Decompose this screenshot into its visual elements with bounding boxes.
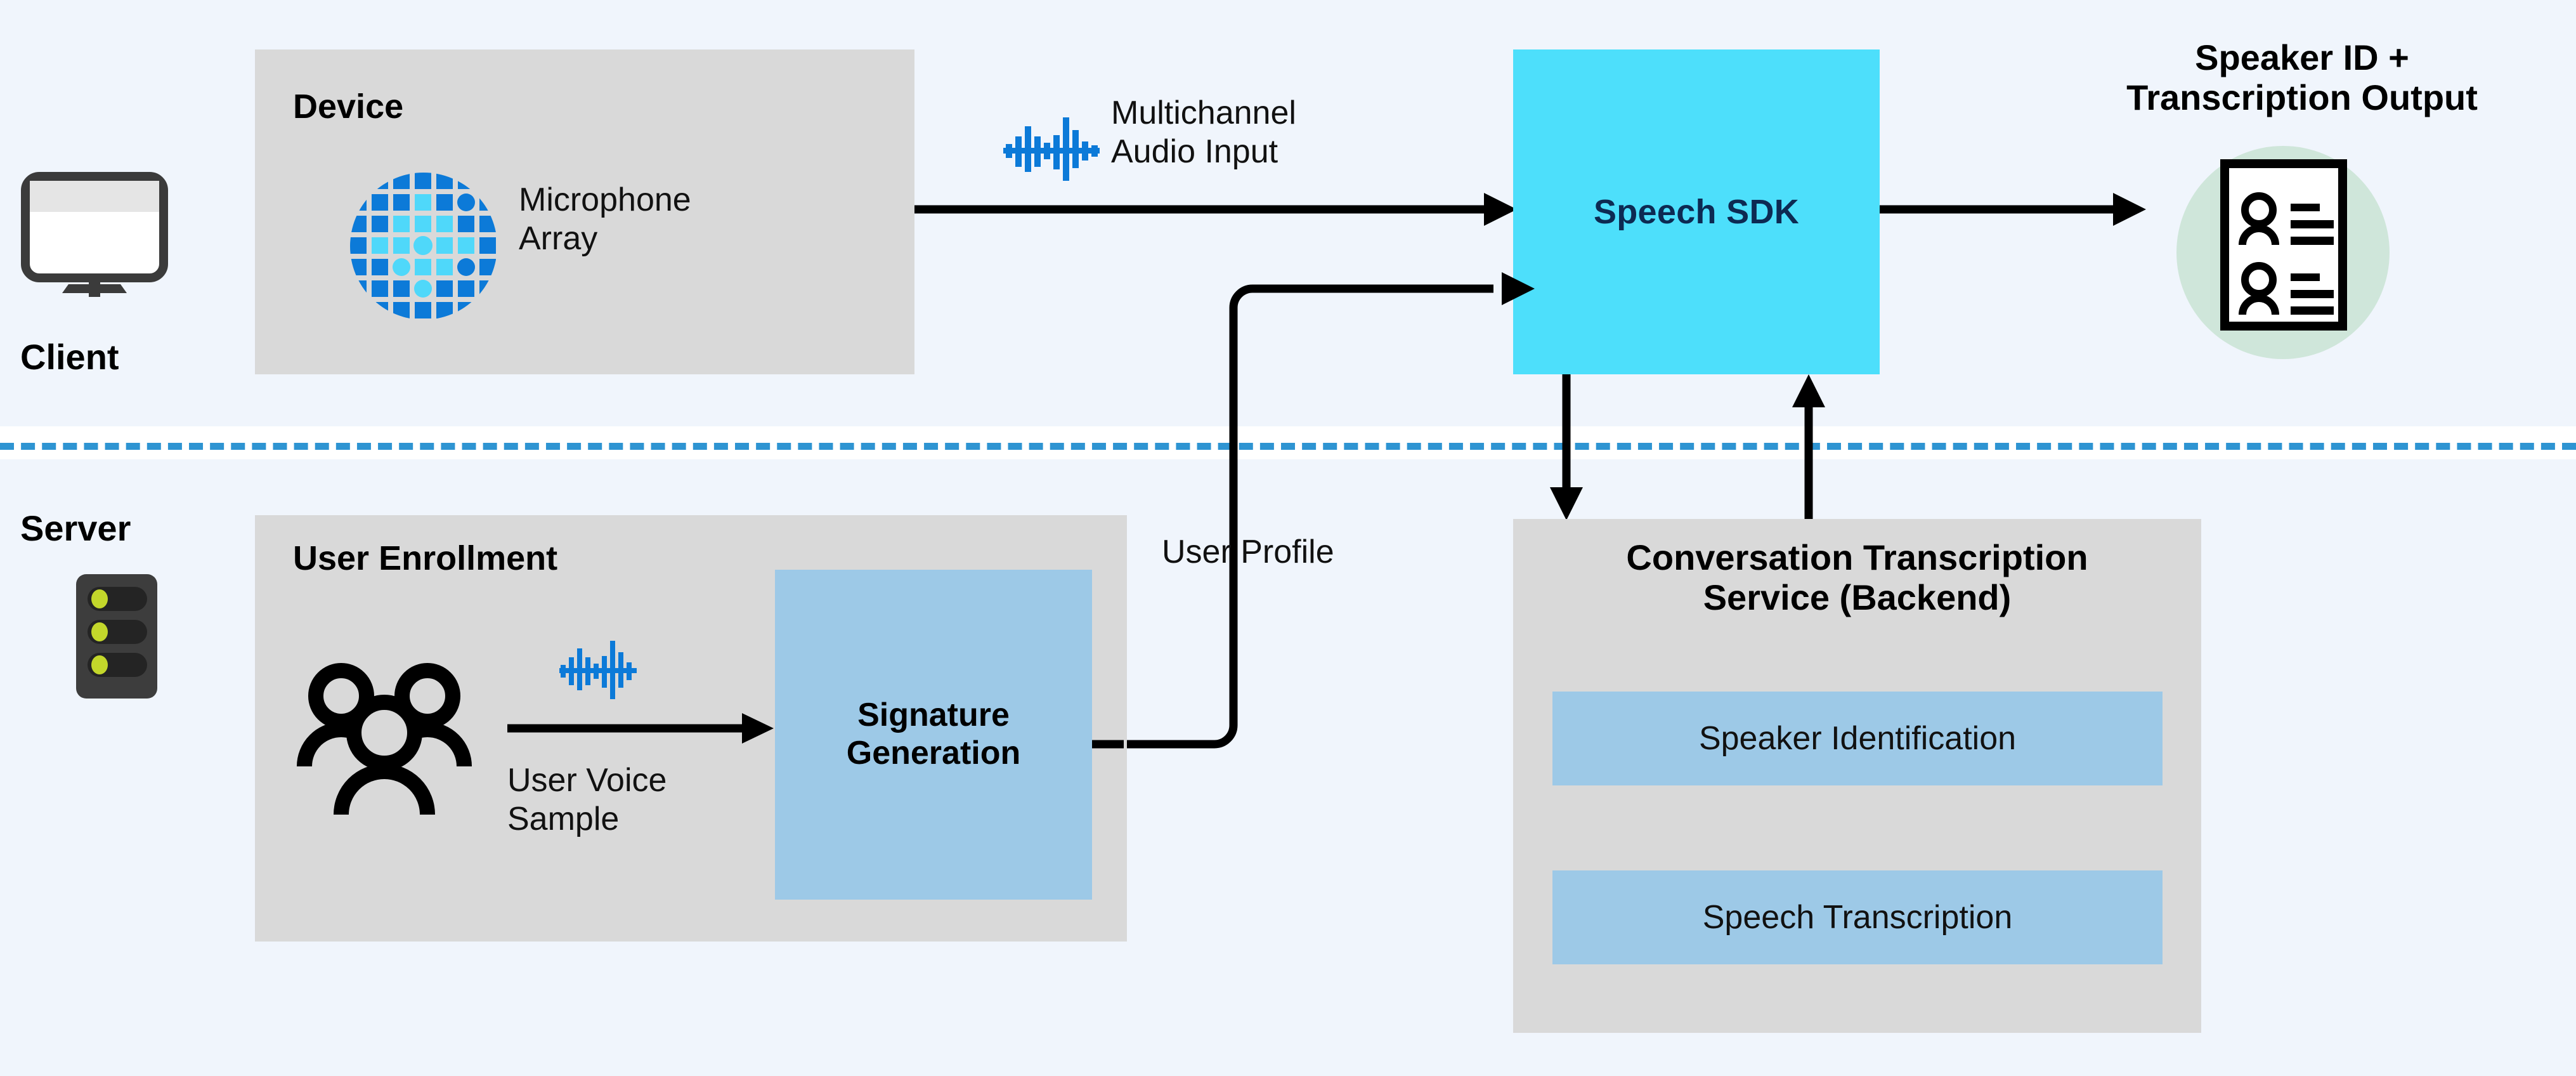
enrollment-waveform-icon bbox=[558, 634, 641, 704]
multichannel-audio-label: Multichannel Audio Input bbox=[1111, 95, 1296, 170]
user-profile-label: User Profile bbox=[1162, 534, 1334, 570]
signature-generation-box[interactable]: Signature Generation bbox=[775, 570, 1092, 900]
monitor-icon bbox=[19, 172, 171, 297]
server-zone-label: Server bbox=[20, 508, 131, 548]
diagram-canvas: Client Server Device Microphone Array Mu… bbox=[0, 0, 2576, 1076]
backend-module-speech-transcription[interactable]: Speech Transcription bbox=[1552, 870, 2163, 964]
transcript-document-icon bbox=[2150, 145, 2416, 359]
arrow-sdk-to-backend bbox=[1547, 374, 1585, 520]
microphone-array-label: Microphone Array bbox=[519, 181, 691, 257]
audio-waveform-icon bbox=[1002, 111, 1103, 187]
user-voice-sample-label: User Voice Sample bbox=[507, 762, 667, 837]
backend-module-speaker-identification[interactable]: Speaker Identification bbox=[1552, 692, 2163, 785]
people-group-icon bbox=[296, 648, 473, 815]
server-rack-icon bbox=[70, 574, 165, 701]
backend-module-label: Speech Transcription bbox=[1702, 899, 2013, 936]
arrow-sdk-to-output bbox=[1880, 190, 2146, 228]
arrow-user-profile-to-sdk bbox=[1116, 272, 1535, 749]
arrow-voice-sample-to-signature bbox=[507, 711, 774, 746]
output-title: Speaker ID + Transcription Output bbox=[2126, 37, 2478, 117]
arrow-device-to-sdk bbox=[914, 190, 1517, 228]
speech-sdk-label: Speech SDK bbox=[1593, 193, 1800, 231]
arrow-backend-to-sdk bbox=[1790, 374, 1828, 520]
speech-sdk-box[interactable]: Speech SDK bbox=[1513, 49, 1880, 374]
backend-module-label: Speaker Identification bbox=[1698, 720, 2017, 757]
user-enrollment-title: User Enrollment bbox=[293, 539, 558, 577]
connector-signature-to-user-profile bbox=[1092, 740, 1124, 749]
backend-service-title: Conversation Transcription Service (Back… bbox=[1626, 537, 2088, 617]
microphone-array-icon bbox=[348, 170, 500, 322]
client-zone-label: Client bbox=[20, 337, 119, 377]
device-panel-title: Device bbox=[293, 88, 404, 126]
signature-generation-label: Signature Generation bbox=[846, 697, 1021, 771]
